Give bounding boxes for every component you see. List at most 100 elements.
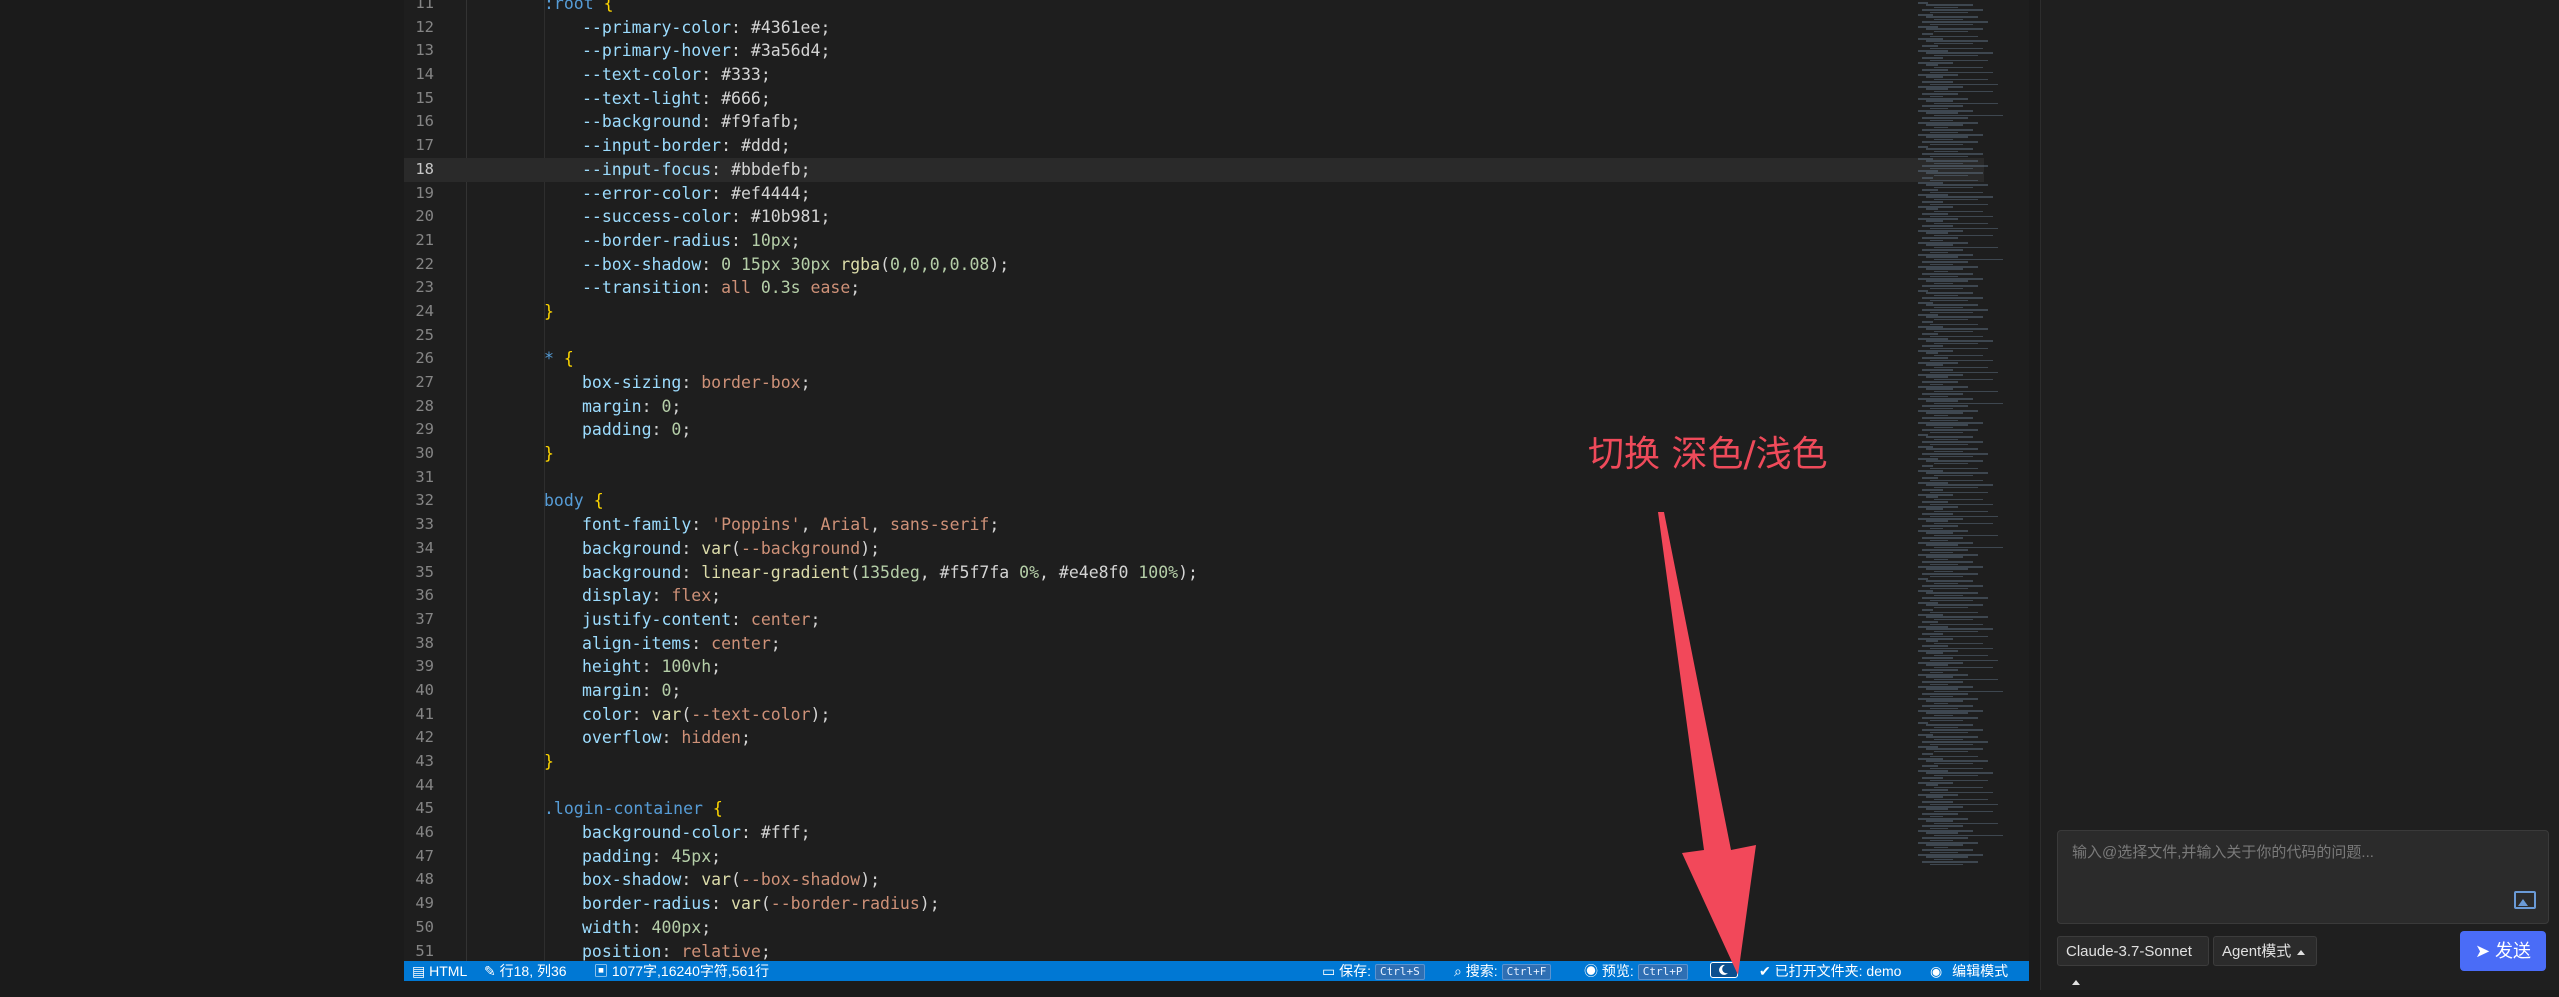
code-text[interactable]: :root { xyxy=(544,0,614,16)
code-editor[interactable]: 11:root {12 --primary-color: #4361ee; 13 --… xyxy=(404,0,2029,961)
code-text[interactable]: position: relative; xyxy=(582,940,771,962)
code-text[interactable]: padding: 0; xyxy=(582,418,691,442)
code-line[interactable]: 34 background: var(--background); xyxy=(404,537,1984,561)
code-text[interactable]: align-items: center; xyxy=(582,632,781,656)
save-button[interactable]: ▭ 保存: Ctrl+S xyxy=(1322,961,1425,981)
code-text[interactable]: border-radius: var(--border-radius); xyxy=(582,892,940,916)
code-line[interactable]: 13 --primary-hover: #3a56d4; xyxy=(404,39,1984,63)
code-line[interactable]: 35 background: linear-gradient(135deg, #f… xyxy=(404,561,1984,585)
code-line[interactable]: 43} xyxy=(404,750,1984,774)
code-text[interactable]: --text-light: #666; xyxy=(582,87,771,111)
code-line[interactable]: 45 .login-container { xyxy=(404,797,1984,821)
minimap-line xyxy=(1930,467,1978,470)
code-text[interactable]: margin: 0; xyxy=(582,679,681,703)
code-text[interactable]: * { xyxy=(544,347,574,371)
mode-select[interactable]: Agent模式 xyxy=(2213,936,2317,966)
edit-mode-button[interactable]: ◉ 编辑模式 xyxy=(1930,961,2008,981)
chat-input-box[interactable] xyxy=(2057,830,2549,924)
minimap-line xyxy=(1926,640,1938,642)
code-text[interactable]: width: 400px; xyxy=(582,916,711,940)
code-text[interactable]: --box-shadow: 0 15px 30px rgba(0,0,0,0.0… xyxy=(582,253,1009,277)
cursor-position[interactable]: ✎ 行18, 列36 xyxy=(484,961,567,981)
code-text[interactable]: color: var(--text-color); xyxy=(582,703,830,727)
code-line[interactable]: 19 --error-color: #ef4444; xyxy=(404,182,1984,206)
send-button[interactable]: ➤ 发送 xyxy=(2460,931,2546,971)
code-lines[interactable]: 11:root {12 --primary-color: #4361ee; 13 --… xyxy=(404,0,1984,961)
code-line[interactable]: 27 box-sizing: border-box; xyxy=(404,371,1984,395)
code-line[interactable]: 41 color: var(--text-color); xyxy=(404,703,1984,727)
code-line[interactable]: 37 justify-content: center; xyxy=(404,608,1984,632)
code-line[interactable]: 15 --text-light: #666; xyxy=(404,87,1984,111)
minimap-line xyxy=(1918,362,1958,364)
code-text[interactable]: display: flex; xyxy=(582,584,721,608)
code-line[interactable]: 17 --input-border: #ddd; xyxy=(404,134,1984,158)
code-text[interactable]: margin: 0; xyxy=(582,395,681,419)
code-line[interactable]: 33 font-family: 'Poppins', Arial, sans-se… xyxy=(404,513,1984,537)
code-text[interactable]: font-family: 'Poppins', Arial, sans-seri… xyxy=(582,513,999,537)
code-text[interactable]: background-color: #fff; xyxy=(582,821,811,845)
code-line[interactable]: 36 display: flex; xyxy=(404,584,1984,608)
code-line[interactable]: 12 --primary-color: #4361ee; xyxy=(404,16,1984,40)
code-line[interactable]: 46 background-color: #fff; xyxy=(404,821,1984,845)
code-line[interactable]: 44 xyxy=(404,774,1984,798)
code-line[interactable]: 50 width: 400px; xyxy=(404,916,1984,940)
image-upload-icon[interactable] xyxy=(2514,891,2536,909)
code-text[interactable]: } xyxy=(544,442,554,466)
minimap[interactable] xyxy=(1912,0,2032,890)
code-text[interactable]: height: 100vh; xyxy=(582,655,721,679)
code-text[interactable]: --input-focus: #bbdefb; xyxy=(582,158,811,182)
code-line[interactable]: 14 --text-color: #333; xyxy=(404,63,1984,87)
code-line[interactable]: 22 --box-shadow: 0 15px 30px rgba(0,0,0,0… xyxy=(404,253,1984,277)
code-text[interactable]: box-shadow: var(--box-shadow); xyxy=(582,868,880,892)
code-text[interactable]: --error-color: #ef4444; xyxy=(582,182,811,206)
code-text[interactable]: body { xyxy=(544,489,604,513)
theme-toggle-button[interactable] xyxy=(1710,962,1738,978)
folder-status[interactable]: ✔ 已打开文件夹: demo xyxy=(1759,961,1901,981)
code-line[interactable]: 47 padding: 45px; xyxy=(404,845,1984,869)
code-line[interactable]: 21 --border-radius: 10px; xyxy=(404,229,1984,253)
code-line[interactable]: 51 position: relative; xyxy=(404,940,1984,962)
code-text[interactable]: --border-radius: 10px; xyxy=(582,229,801,253)
code-text[interactable]: background: var(--background); xyxy=(582,537,880,561)
code-text[interactable]: overflow: hidden; xyxy=(582,726,751,750)
model-select[interactable]: Claude-3.7-Sonnet xyxy=(2057,936,2209,985)
preview-button[interactable]: ◉ 预览: Ctrl+P xyxy=(1584,961,1688,981)
code-text[interactable]: background: linear-gradient(135deg, #f5f… xyxy=(582,561,1198,585)
code-line[interactable]: 48 box-shadow: var(--box-shadow); xyxy=(404,868,1984,892)
code-line[interactable]: 28 margin: 0; xyxy=(404,395,1984,419)
code-text[interactable]: justify-content: center; xyxy=(582,608,820,632)
code-line[interactable]: 11:root { xyxy=(404,0,1984,16)
code-line[interactable]: 16 --background: #f9fafb; xyxy=(404,110,1984,134)
code-line[interactable]: 23 --transition: all 0.3s ease; xyxy=(404,276,1984,300)
language-indicator[interactable]: ▤ HTML xyxy=(412,961,467,981)
minimap-line xyxy=(1930,539,1948,542)
code-line[interactable]: 38 align-items: center; xyxy=(404,632,1984,656)
code-text[interactable]: box-sizing: border-box; xyxy=(582,371,811,395)
code-text[interactable]: --text-color: #333; xyxy=(582,63,771,87)
code-line[interactable]: 24} xyxy=(404,300,1984,324)
code-line[interactable]: 20 --success-color: #10b981; xyxy=(404,205,1984,229)
code-text[interactable]: --input-border: #ddd; xyxy=(582,134,791,158)
code-text[interactable]: --background: #f9fafb; xyxy=(582,110,801,134)
code-text[interactable]: } xyxy=(544,300,554,324)
code-line[interactable]: 26 * { xyxy=(404,347,1984,371)
line-number: 31 xyxy=(415,467,434,486)
code-text[interactable]: } xyxy=(544,750,554,774)
code-text[interactable]: --primary-color: #4361ee; xyxy=(582,16,830,40)
code-text[interactable]: --transition: all 0.3s ease; xyxy=(582,276,860,300)
code-text[interactable]: --success-color: #10b981; xyxy=(582,205,830,229)
code-text[interactable]: padding: 45px; xyxy=(582,845,721,869)
moon-icon xyxy=(1719,964,1728,975)
code-line[interactable]: 39 height: 100vh; xyxy=(404,655,1984,679)
code-line[interactable]: 32 body { xyxy=(404,489,1984,513)
code-line[interactable]: 42 overflow: hidden; xyxy=(404,726,1984,750)
minimap-line xyxy=(1930,419,1958,422)
search-button[interactable]: ⌕ 搜索: Ctrl+F xyxy=(1454,961,1552,981)
code-line[interactable]: 40 margin: 0; xyxy=(404,679,1984,703)
code-line[interactable]: 18 --input-focus: #bbdefb; xyxy=(404,157,1984,182)
code-text[interactable]: .login-container { xyxy=(544,797,723,821)
code-text[interactable]: --primary-hover: #3a56d4; xyxy=(582,39,830,63)
chat-input[interactable] xyxy=(2070,843,2524,862)
code-line[interactable]: 25 xyxy=(404,324,1984,348)
code-line[interactable]: 49 border-radius: var(--border-radius); xyxy=(404,892,1984,916)
